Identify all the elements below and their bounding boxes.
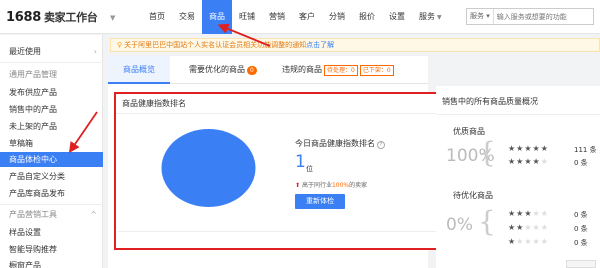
arrow-to-products-nav <box>217 23 271 47</box>
arrow-to-health-check <box>68 111 98 153</box>
annotation-arrows <box>68 23 271 153</box>
